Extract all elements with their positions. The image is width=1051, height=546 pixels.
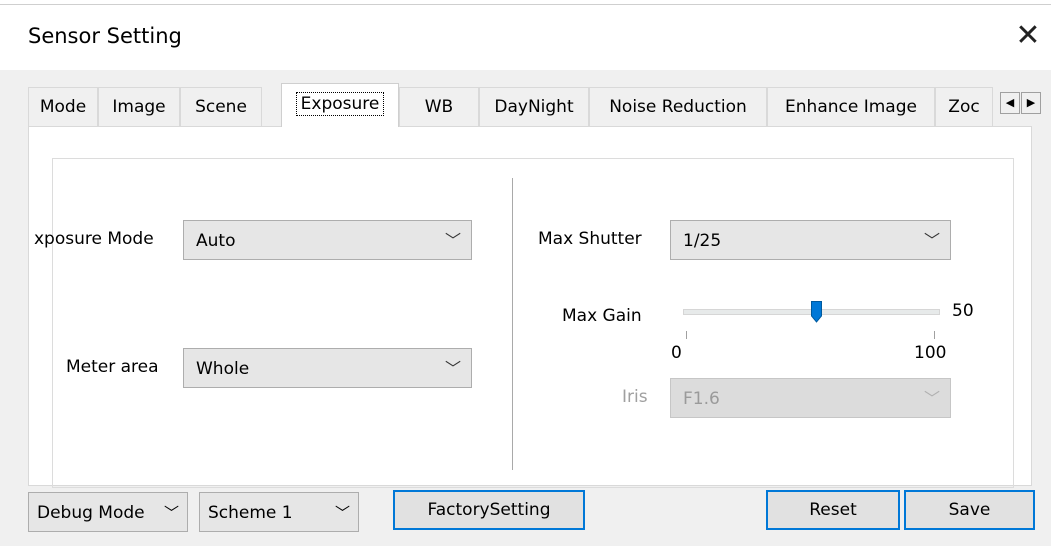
max-gain-label: Max Gain bbox=[562, 306, 642, 326]
tab-mode[interactable]: Mode bbox=[28, 87, 98, 126]
scheme-value: Scheme 1 bbox=[208, 503, 293, 523]
chevron-down-icon: ﹀ bbox=[444, 231, 461, 250]
exposure-mode-select[interactable]: Auto ﹀ bbox=[183, 220, 472, 260]
meter-area-select[interactable]: Whole ﹀ bbox=[183, 348, 472, 388]
save-button[interactable]: Save bbox=[904, 490, 1035, 530]
close-icon[interactable]: ✕ bbox=[1008, 16, 1048, 56]
slider-min-tick bbox=[686, 331, 687, 339]
max-gain-max-label: 100 bbox=[914, 343, 947, 363]
column-divider bbox=[512, 178, 513, 470]
tab-enhance-image[interactable]: Enhance Image bbox=[767, 87, 935, 126]
tab-scroll-left-icon[interactable]: ◀ bbox=[1000, 92, 1020, 114]
iris-value: F1.6 bbox=[683, 389, 720, 409]
reset-button[interactable]: Reset bbox=[766, 490, 900, 530]
window-title: Sensor Setting bbox=[28, 24, 182, 48]
tab-scroll-right-icon[interactable]: ▶ bbox=[1021, 92, 1041, 114]
title-bar: Sensor Setting ✕ bbox=[0, 0, 1051, 70]
max-gain-slider-thumb[interactable] bbox=[810, 301, 822, 323]
chevron-down-icon: ﹀ bbox=[923, 231, 940, 250]
iris-select: F1.6 ﹀ bbox=[670, 378, 951, 418]
max-shutter-label: Max Shutter bbox=[538, 229, 642, 249]
tab-zoom[interactable]: Zoc bbox=[935, 87, 993, 126]
iris-label: Iris bbox=[622, 387, 648, 407]
window-border bbox=[0, 4, 1051, 5]
tab-image[interactable]: Image bbox=[98, 87, 180, 126]
max-shutter-select[interactable]: 1/25 ﹀ bbox=[670, 220, 951, 260]
max-gain-min-label: 0 bbox=[671, 343, 682, 363]
debug-mode-select[interactable]: Debug Mode ﹀ bbox=[28, 492, 188, 532]
debug-mode-value: Debug Mode bbox=[37, 503, 145, 523]
chevron-down-icon: ﹀ bbox=[163, 504, 179, 522]
tab-strip: Mode Image Scene Exposure WB DayNight No… bbox=[28, 83, 1032, 127]
tab-wb[interactable]: WB bbox=[399, 87, 479, 126]
max-gain-value: 50 bbox=[952, 301, 974, 321]
meter-area-label: Meter area bbox=[66, 357, 159, 377]
exposure-group bbox=[52, 158, 1014, 488]
exposure-mode-value: Auto bbox=[196, 231, 236, 251]
chevron-down-icon: ﹀ bbox=[444, 359, 461, 378]
tab-noise-reduction[interactable]: Noise Reduction bbox=[589, 87, 767, 126]
max-shutter-value: 1/25 bbox=[683, 231, 722, 251]
chevron-down-icon: ﹀ bbox=[334, 504, 350, 522]
scheme-select[interactable]: Scheme 1 ﹀ bbox=[199, 492, 359, 532]
tab-daynight[interactable]: DayNight bbox=[479, 87, 589, 126]
meter-area-value: Whole bbox=[196, 359, 250, 379]
slider-max-tick bbox=[934, 331, 935, 339]
factory-setting-button[interactable]: FactorySetting bbox=[393, 490, 585, 530]
chevron-down-icon: ﹀ bbox=[923, 389, 940, 408]
tab-scene[interactable]: Scene bbox=[180, 87, 262, 126]
exposure-mode-label: xposure Mode bbox=[34, 229, 154, 249]
tab-exposure[interactable]: Exposure bbox=[281, 83, 399, 127]
